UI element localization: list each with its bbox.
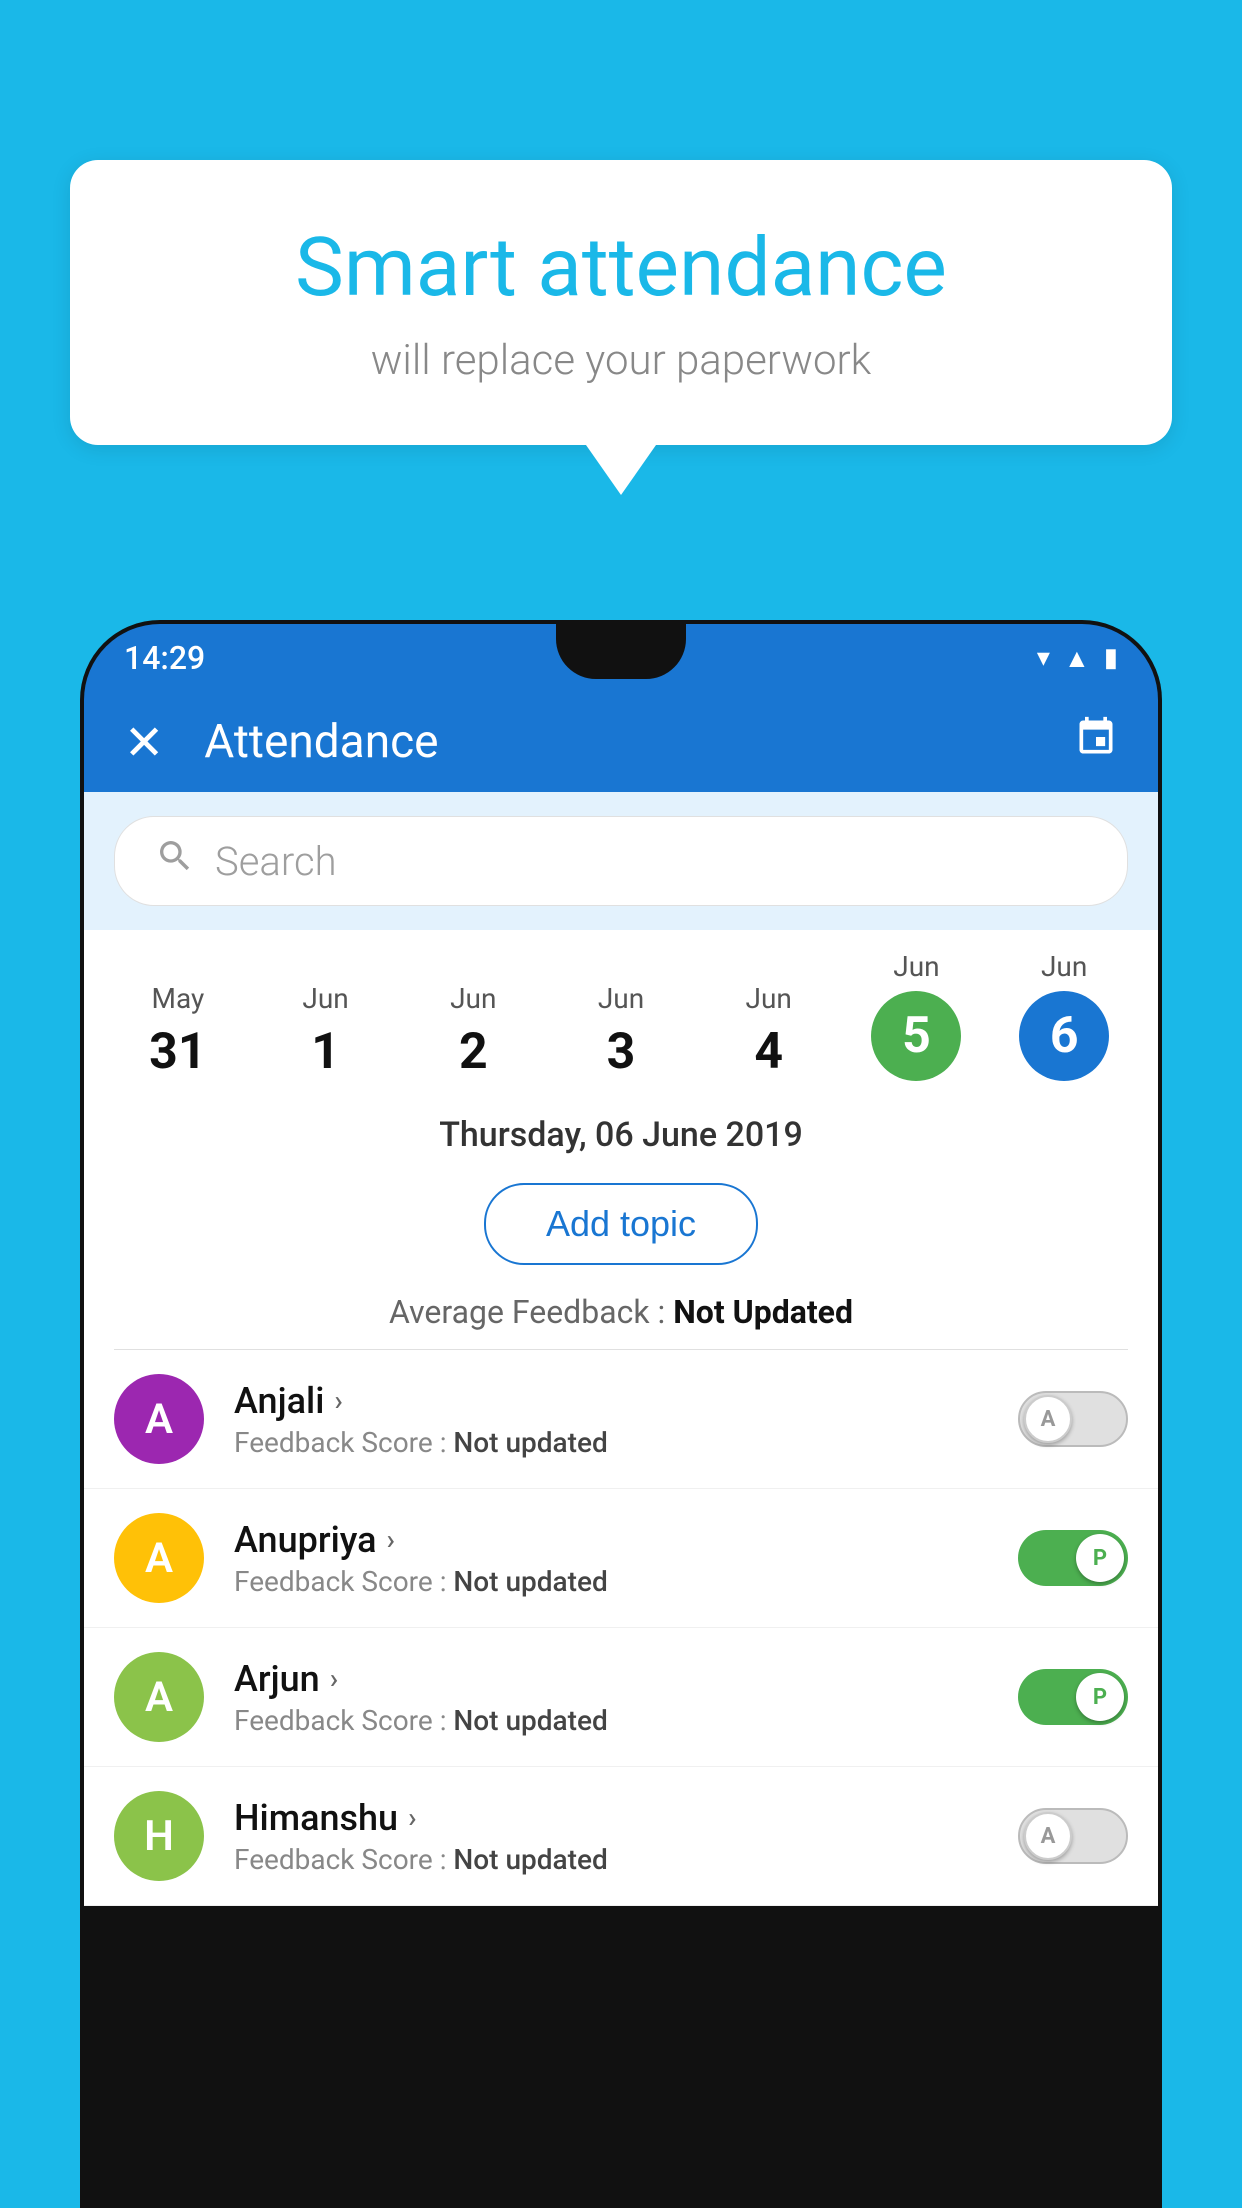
date-cell-may31[interactable]: May 31: [104, 982, 252, 1091]
student-item-anjali: A Anjali › Feedback Score : Not updated …: [84, 1350, 1158, 1489]
toggle-himanshu[interactable]: A: [1018, 1808, 1128, 1864]
app-bar-title: Attendance: [204, 715, 1074, 769]
date-cell-jun1[interactable]: Jun 1: [252, 982, 400, 1091]
selected-date-info: Thursday, 06 June 2019: [84, 1091, 1158, 1165]
student-item-anupriya: A Anupriya › Feedback Score : Not update…: [84, 1489, 1158, 1628]
student-list: A Anjali › Feedback Score : Not updated …: [84, 1350, 1158, 1906]
bubble-title: Smart attendance: [150, 220, 1092, 316]
phone-frame: 14:29 ▾ ▲ ▮ ✕ Attendance: [80, 620, 1162, 2208]
calendar-icon[interactable]: [1074, 715, 1118, 770]
avatar-anupriya: A: [114, 1513, 204, 1603]
toggle-anupriya[interactable]: P: [1018, 1530, 1128, 1586]
add-topic-container: Add topic: [84, 1165, 1158, 1283]
avatar-himanshu: H: [114, 1791, 204, 1881]
student-name-anjali[interactable]: Anjali ›: [234, 1380, 1018, 1422]
bubble-subtitle: will replace your paperwork: [150, 336, 1092, 385]
attendance-toggle-anjali[interactable]: A: [1018, 1391, 1128, 1447]
notch: [556, 624, 686, 679]
attendance-toggle-arjun[interactable]: P: [1018, 1669, 1128, 1725]
speech-bubble-tail: [586, 445, 656, 495]
avatar-arjun: A: [114, 1652, 204, 1742]
student-info-arjun: Arjun › Feedback Score : Not updated: [234, 1658, 1018, 1737]
status-bar: 14:29 ▾ ▲ ▮: [84, 624, 1158, 692]
student-name-anupriya[interactable]: Anupriya ›: [234, 1519, 1018, 1561]
phone-content: Search May 31 Jun 1 Jun 2 Jun: [84, 792, 1158, 1906]
feedback-anupriya: Feedback Score : Not updated: [234, 1565, 1018, 1598]
date-cell-jun2[interactable]: Jun 2: [399, 982, 547, 1091]
avg-feedback-value: Not Updated: [673, 1293, 853, 1331]
avatar-anjali: A: [114, 1374, 204, 1464]
avg-feedback-label: Average Feedback :: [389, 1293, 673, 1331]
signal-icon: ▲: [1064, 643, 1090, 674]
student-name-arjun[interactable]: Arjun ›: [234, 1658, 1018, 1700]
student-info-anjali: Anjali › Feedback Score : Not updated: [234, 1380, 1018, 1459]
date-cell-jun6[interactable]: Jun 6: [990, 950, 1138, 1091]
feedback-arjun: Feedback Score : Not updated: [234, 1704, 1018, 1737]
date-strip: May 31 Jun 1 Jun 2 Jun 3 Jun 4: [84, 930, 1158, 1091]
attendance-toggle-anupriya[interactable]: P: [1018, 1530, 1128, 1586]
add-topic-button[interactable]: Add topic: [484, 1183, 758, 1265]
search-bar-container: Search: [84, 792, 1158, 930]
toggle-arjun[interactable]: P: [1018, 1669, 1128, 1725]
chevron-icon: ›: [330, 1662, 338, 1695]
date-cell-jun3[interactable]: Jun 3: [547, 982, 695, 1091]
chevron-icon: ›: [334, 1384, 342, 1417]
speech-bubble: Smart attendance will replace your paper…: [70, 160, 1172, 445]
battery-icon: ▮: [1104, 643, 1118, 673]
search-icon: [155, 836, 195, 886]
student-name-himanshu[interactable]: Himanshu ›: [234, 1797, 1018, 1839]
attendance-toggle-himanshu[interactable]: A: [1018, 1808, 1128, 1864]
feedback-himanshu: Feedback Score : Not updated: [234, 1843, 1018, 1876]
student-item-himanshu: H Himanshu › Feedback Score : Not update…: [84, 1767, 1158, 1906]
feedback-anjali: Feedback Score : Not updated: [234, 1426, 1018, 1459]
phone-inner: 14:29 ▾ ▲ ▮ ✕ Attendance: [84, 624, 1158, 2204]
search-placeholder: Search: [215, 838, 337, 885]
date-cell-jun4[interactable]: Jun 4: [695, 982, 843, 1091]
selected-date-text: Thursday, 06 June 2019: [439, 1115, 803, 1155]
toggle-anjali[interactable]: A: [1018, 1391, 1128, 1447]
close-button[interactable]: ✕: [124, 714, 164, 771]
student-info-himanshu: Himanshu › Feedback Score : Not updated: [234, 1797, 1018, 1876]
wifi-icon: ▾: [1037, 643, 1050, 673]
average-feedback: Average Feedback : Not Updated: [84, 1283, 1158, 1349]
search-bar[interactable]: Search: [114, 816, 1128, 906]
status-icons: ▾ ▲ ▮: [1037, 643, 1118, 674]
chevron-icon: ›: [387, 1523, 395, 1556]
chevron-icon: ›: [408, 1801, 416, 1834]
student-info-anupriya: Anupriya › Feedback Score : Not updated: [234, 1519, 1018, 1598]
app-bar: ✕ Attendance: [84, 692, 1158, 792]
speech-bubble-container: Smart attendance will replace your paper…: [70, 160, 1172, 495]
date-cell-jun5[interactable]: Jun 5: [843, 950, 991, 1091]
status-time: 14:29: [124, 639, 205, 677]
student-item-arjun: A Arjun › Feedback Score : Not updated P: [84, 1628, 1158, 1767]
